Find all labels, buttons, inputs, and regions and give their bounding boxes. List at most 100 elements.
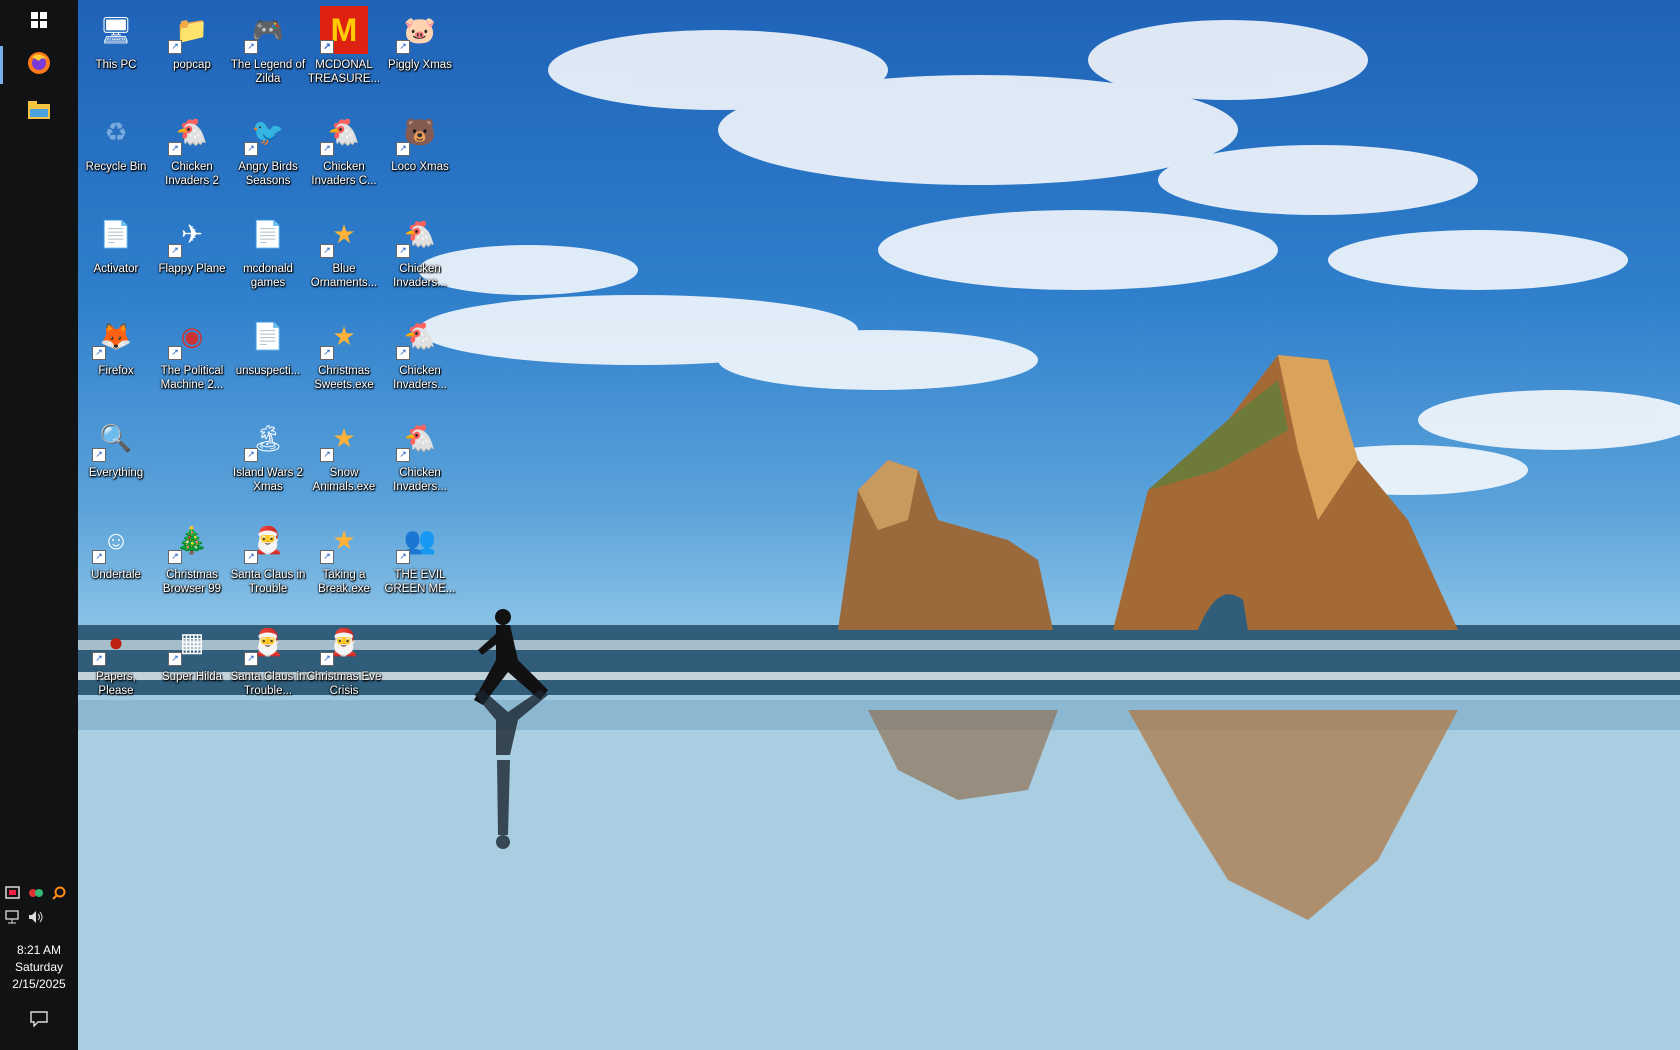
shortcut-arrow-icon: ↗	[168, 346, 182, 360]
shortcut-arrow-icon: ↗	[396, 40, 410, 54]
desktop-icon-label: Piggly Xmas	[388, 59, 452, 71]
shortcut-arrow-icon: ↗	[320, 448, 334, 462]
recycle-bin-icon: ♻	[104, 117, 128, 147]
shortcut-arrow-icon: ↗	[92, 448, 106, 462]
desktop-icon[interactable]: 🖥 This PC	[78, 0, 154, 100]
desktop-icon-label: Chicken Invaders...	[393, 467, 447, 493]
island-icon: 🏝 ↗	[244, 414, 292, 462]
desktop-icon[interactable]: 🎮 ↗ The Legend of Zilda	[230, 0, 306, 100]
desktop-icon[interactable]: 🏝 ↗ Island Wars 2 Xmas	[230, 408, 306, 508]
chicken-icon: 🐔 ↗	[396, 414, 444, 462]
desktop-icon[interactable]: 🎅 ↗ Santa Claus in Trouble...	[230, 612, 306, 712]
desktop-icon[interactable]: ☺ ↗ Undertale	[78, 510, 154, 610]
app-tray-icon-2[interactable]	[27, 884, 44, 901]
chicken-icon: 🐔 ↗	[320, 108, 368, 156]
shortcut-arrow-icon: ↗	[320, 40, 334, 54]
messenger-icon: 👥 ↗	[396, 516, 444, 564]
desktop-icon[interactable]: 📄 mcdonald games	[230, 204, 306, 304]
desktop-icon[interactable]: 🎅 ↗ Christmas Eve Crisis	[306, 612, 382, 712]
desktop-icon[interactable]: 📁 ↗ popcap	[154, 0, 230, 100]
ornament-icon: ★ ↗	[320, 312, 368, 360]
santa-icon: 🎅 ↗	[244, 618, 292, 666]
everything-search-icon[interactable]	[50, 884, 67, 901]
desktop-icon[interactable]: ♻ Recycle Bin	[78, 102, 154, 202]
desktop-icon[interactable]: ★ ↗ Christmas Sweets.exe	[306, 306, 382, 406]
desktop-icon[interactable]: 🐔 ↗ Chicken Invaders C...	[306, 102, 382, 202]
clock-time: 8:21 AM	[16, 943, 62, 957]
desktop-icon-label: Christmas Browser 99	[162, 569, 222, 595]
shortcut-arrow-icon: ↗	[320, 652, 334, 666]
shortcut-arrow-icon: ↗	[92, 550, 106, 564]
desktop-icon[interactable]: ★ ↗ Snow Animals.exe	[306, 408, 382, 508]
desktop-icon[interactable]: 🐷 ↗ Piggly Xmas	[382, 0, 458, 100]
desktop-icon-label: Taking a Break.exe	[318, 569, 370, 595]
shortcut-arrow-icon: ↗	[168, 652, 182, 666]
desktop-icon-label: Santa Claus in Trouble	[230, 569, 306, 595]
desktop-icon-label: Chicken Invaders 2	[165, 161, 219, 187]
clock-day: Saturday	[14, 960, 64, 974]
desktop-icon-label: Recycle Bin	[85, 161, 147, 173]
taskbar-file-explorer-button[interactable]	[0, 90, 78, 134]
desktop-icon[interactable]: 📄 unsuspecti...	[230, 306, 306, 406]
desktop-icon[interactable]: 🔍 ↗ Everything	[78, 408, 154, 508]
desktop-icon-label: The Legend of Zilda	[230, 59, 306, 85]
desktop-icon-label: Chicken Invaders...	[393, 365, 447, 391]
desktop-icon-label: Super Hilda	[161, 671, 223, 683]
file-icon: 📄	[251, 219, 285, 249]
taskbar-firefox-button[interactable]	[0, 43, 78, 87]
shortcut-arrow-icon: ↗	[320, 346, 334, 360]
desktop-icon[interactable]: ★ ↗ Blue Ornaments...	[306, 204, 382, 304]
mcdonalds-icon: M ↗	[320, 6, 368, 54]
volume-icon[interactable]	[27, 908, 44, 925]
chicken-icon: 🐔 ↗	[396, 312, 444, 360]
desktop-icon-label: Everything	[88, 467, 144, 479]
desktop-icon[interactable]: ▦ ↗ Super Hilda	[154, 612, 230, 712]
desktop-icon[interactable]: 🎅 ↗ Santa Claus in Trouble	[230, 510, 306, 610]
magnifier-icon: 🔍 ↗	[92, 414, 140, 462]
desktop-icon[interactable]: 🐔 ↗ Chicken Invaders...	[382, 408, 458, 508]
app-tray-icon-1[interactable]	[4, 884, 21, 901]
clock[interactable]: 8:21 AM Saturday 2/15/2025	[0, 942, 78, 993]
clock-date: 2/15/2025	[12, 977, 66, 991]
desktop-icon-label: This PC	[95, 59, 137, 71]
desktop-icon-label: Chicken Invaders...	[393, 263, 447, 289]
bear-icon: 🐻 ↗	[396, 108, 444, 156]
badge-2020-icon: ◉ ↗	[168, 312, 216, 360]
file-icon: 📄	[99, 219, 133, 249]
desktop-icon[interactable]: 🦊 ↗ Firefox	[78, 306, 154, 406]
desktop-icon-label: unsuspecti...	[235, 365, 301, 377]
desktop-icon[interactable]: ★ ↗ Taking a Break.exe	[306, 510, 382, 610]
desktop-icon-label: Snow Animals.exe	[312, 467, 376, 493]
chicken-icon: 🐔 ↗	[396, 210, 444, 258]
santa-icon: 🎅 ↗	[320, 618, 368, 666]
desktop-icon-label: Firefox	[98, 365, 134, 377]
ornament-icon: ★ ↗	[320, 414, 368, 462]
desktop-icon-label: Christmas Sweets.exe	[314, 365, 374, 391]
network-icon[interactable]	[4, 908, 21, 925]
desktop-icon[interactable]: ◉ ↗ The Political Machine 2...	[154, 306, 230, 406]
desktop-icon[interactable]: 🐦 ↗ Angry Birds Seasons	[230, 102, 306, 202]
desktop-icon[interactable]: 🐔 ↗ Chicken Invaders...	[382, 306, 458, 406]
system-tray-row-2	[4, 908, 74, 925]
shortcut-arrow-icon: ↗	[396, 346, 410, 360]
shortcut-arrow-icon: ↗	[244, 142, 258, 156]
game-icon: 🎮 ↗	[244, 6, 292, 54]
desktop-icon[interactable]: 🐻 ↗ Loco Xmas	[382, 102, 458, 202]
desktop-icon[interactable]: M ↗ MCDONAL TREASURE...	[306, 0, 382, 100]
desktop-icon-label: THE EVIL GREEN ME...	[384, 569, 456, 595]
desktop-icon[interactable]: ✈ ↗ Flappy Plane	[154, 204, 230, 304]
desktop-icon[interactable]: 👥 ↗ THE EVIL GREEN ME...	[382, 510, 458, 610]
desktop-icon-label: Flappy Plane	[158, 263, 226, 275]
desktop-icon[interactable]: 🐔 ↗ Chicken Invaders...	[382, 204, 458, 304]
desktop-icon-label: Angry Birds Seasons	[238, 161, 298, 187]
shortcut-arrow-icon: ↗	[396, 142, 410, 156]
desktop-icon[interactable]: 🎄 ↗ Christmas Browser 99	[154, 510, 230, 610]
desktop-icon[interactable]: 📄 Activator	[78, 204, 154, 304]
desktop-icon-grid: 🖥 This PC 📁 ↗ popcap 🎮 ↗ The Legend of Zilda M ↗ M…	[78, 0, 458, 720]
action-center-button[interactable]	[27, 1010, 51, 1032]
desktop-icon-label: MCDONAL TREASURE...	[307, 59, 381, 85]
shortcut-arrow-icon: ↗	[168, 244, 182, 258]
desktop-icon[interactable]: ● ↗ Papers, Please	[78, 612, 154, 712]
desktop-icon[interactable]: 🐔 ↗ Chicken Invaders 2	[154, 102, 230, 202]
start-button[interactable]	[0, 0, 78, 44]
